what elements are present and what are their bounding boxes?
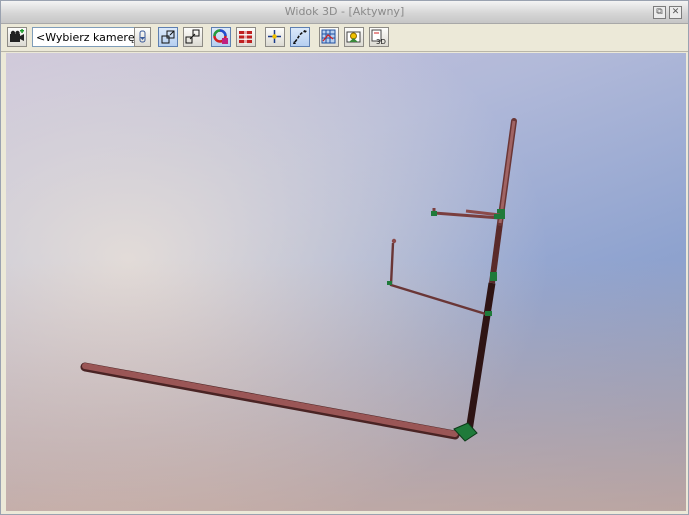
zoom-window-button[interactable] [158,27,178,47]
pan-button[interactable] [290,27,310,47]
layers-icon [239,30,252,44]
branch-fitting-1 [485,311,492,316]
branch-pipe-1 [389,242,490,317]
combo-arrow-button[interactable] [134,27,151,47]
rotate-button[interactable] [265,27,285,47]
arrow-down-icon [139,30,146,43]
camera-select-value: <Wybierz kamerę> [36,31,144,44]
camera-add-icon [10,29,24,42]
view-3d-icon: 3D [371,29,386,45]
render-icon [346,31,361,43]
grid-view-button[interactable] [319,27,339,47]
restore-button[interactable]: ⧉ [653,6,666,19]
branch-fitting-2 [431,211,437,216]
title-bar[interactable]: Widok 3D - [Aktywny] ⧉ ✕ [1,1,688,24]
close-button[interactable]: ✕ [669,6,682,19]
3d-viewport[interactable] [6,53,686,511]
zoom-out-button[interactable] [183,27,203,47]
riser-joint-1 [490,272,497,281]
add-camera-button[interactable] [7,27,27,47]
rotate-icon [268,30,281,43]
view-3d-button[interactable]: 3D [369,27,389,47]
riser-lower [465,282,496,432]
branch-elbow-1 [387,281,392,285]
grid-view-icon [321,29,336,44]
render-button[interactable] [344,27,364,47]
branch-pipe-1-end [391,238,397,244]
branch-fitting-3 [494,214,502,219]
layers-button[interactable] [236,27,256,47]
pan-icon [293,30,307,44]
color-wheel-icon [213,29,228,44]
zoom-out-icon [185,29,200,44]
svg-text:3D: 3D [376,38,386,45]
toolbar: <Wybierz kamerę> 3D [1,24,688,52]
pipe-model [80,118,517,442]
window-title: Widok 3D - [Aktywny] [284,5,405,18]
color-wheel-button[interactable] [211,27,231,47]
zoom-window-icon [161,30,175,44]
viewer-window: Widok 3D - [Aktywny] ⧉ ✕ <Wybierz kamerę… [0,0,689,515]
